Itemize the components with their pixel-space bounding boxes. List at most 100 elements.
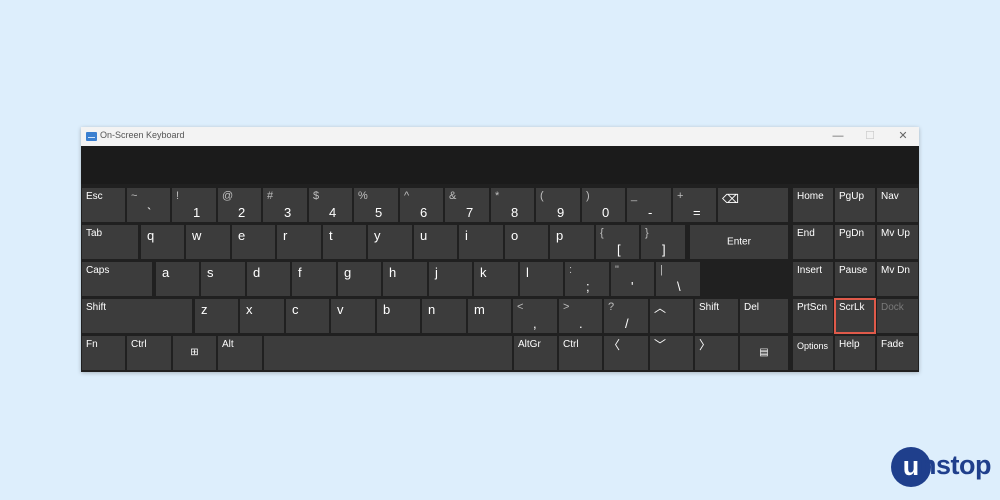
key-right-bracket[interactable]: } ] <box>641 225 685 259</box>
backspace-icon: ⌫ <box>722 192 739 206</box>
key-e[interactable]: e <box>232 225 275 259</box>
key-semicolon[interactable]: : ; <box>565 262 609 296</box>
key-label: Fn <box>86 339 98 350</box>
key-8[interactable]: * 8 <box>491 188 534 222</box>
key-u[interactable]: u <box>414 225 457 259</box>
key-l[interactable]: l <box>520 262 563 296</box>
key-shift-label: + <box>677 190 684 202</box>
key-j[interactable]: j <box>429 262 472 296</box>
key-options[interactable]: Options <box>793 336 833 370</box>
key-left-arrow[interactable]: 〈 <box>604 336 648 370</box>
key-move-down[interactable]: Mv Dn <box>877 262 918 296</box>
key-2[interactable]: @ 2 <box>218 188 261 222</box>
key-3[interactable]: # 3 <box>263 188 307 222</box>
key-f[interactable]: f <box>292 262 336 296</box>
key-left-shift[interactable]: Shift <box>82 299 192 333</box>
key-q[interactable]: q <box>141 225 184 259</box>
key-g[interactable]: g <box>338 262 381 296</box>
key-move-up[interactable]: Mv Up <box>877 225 918 259</box>
key-space[interactable] <box>264 336 512 370</box>
key-slash[interactable]: ? / <box>604 299 648 333</box>
key-comma[interactable]: < , <box>513 299 557 333</box>
key-7[interactable]: & 7 <box>445 188 489 222</box>
key-right-shift[interactable]: Shift <box>695 299 738 333</box>
key-a[interactable]: a <box>156 262 199 296</box>
key-i[interactable]: i <box>459 225 503 259</box>
key-z[interactable]: z <box>195 299 238 333</box>
key-label: Options <box>797 341 829 351</box>
key-label: Help <box>839 339 860 350</box>
key-c[interactable]: c <box>286 299 329 333</box>
logo-text: nstop <box>920 450 992 480</box>
key-right-arrow[interactable]: 〉 <box>695 336 738 370</box>
text-preview-area <box>81 146 919 184</box>
key-y[interactable]: y <box>368 225 412 259</box>
title-bar[interactable]: On-Screen Keyboard — ☐ ✕ <box>81 127 919 146</box>
key-v[interactable]: v <box>331 299 375 333</box>
key-6[interactable]: ^ 6 <box>400 188 443 222</box>
key-b[interactable]: b <box>377 299 420 333</box>
key-context-menu[interactable]: ▤ <box>740 336 788 370</box>
key-backslash[interactable]: | \ <box>656 262 700 296</box>
key-quote[interactable]: " ' <box>611 262 654 296</box>
key-t[interactable]: t <box>323 225 366 259</box>
key-x[interactable]: x <box>240 299 284 333</box>
key-left-ctrl[interactable]: Ctrl <box>127 336 171 370</box>
key-label: r <box>283 228 288 243</box>
key-label: Ctrl <box>563 339 579 350</box>
key-delete[interactable]: Del <box>740 299 788 333</box>
key-end[interactable]: End <box>793 225 833 259</box>
key-main-label: - <box>648 205 653 220</box>
minimize-button[interactable]: — <box>822 127 854 146</box>
key-help[interactable]: Help <box>835 336 875 370</box>
key-altgr[interactable]: AltGr <box>514 336 557 370</box>
key-5[interactable]: % 5 <box>354 188 398 222</box>
key-backtick[interactable]: ~ ` <box>127 188 170 222</box>
key-s[interactable]: s <box>201 262 245 296</box>
key-o[interactable]: o <box>505 225 548 259</box>
key-h[interactable]: h <box>383 262 427 296</box>
key-label: y <box>374 228 381 243</box>
key-down-arrow[interactable]: ﹀ <box>650 336 693 370</box>
key-main-label: 1 <box>193 205 201 220</box>
key-insert[interactable]: Insert <box>793 262 833 296</box>
key-esc[interactable]: Esc <box>82 188 125 222</box>
key-home[interactable]: Home <box>793 188 833 222</box>
key-period[interactable]: > . <box>559 299 602 333</box>
key-1[interactable]: ! 1 <box>172 188 216 222</box>
key-up-arrow[interactable]: ︿ <box>650 299 693 333</box>
key-label: Mv Up <box>881 228 910 239</box>
key-right-ctrl[interactable]: Ctrl <box>559 336 602 370</box>
key-page-down[interactable]: PgDn <box>835 225 875 259</box>
key-fade[interactable]: Fade <box>877 336 918 370</box>
key-windows[interactable]: ⊞ <box>173 336 216 370</box>
key-minus[interactable]: _ - <box>627 188 671 222</box>
key-9[interactable]: ( 9 <box>536 188 580 222</box>
key-fn[interactable]: Fn <box>82 336 125 370</box>
key-caps[interactable]: Caps <box>82 262 152 296</box>
maximize-button[interactable]: ☐ <box>854 127 886 146</box>
key-pause[interactable]: Pause <box>835 262 875 296</box>
key-scroll-lock[interactable]: ScrLk <box>834 298 876 334</box>
key-left-bracket[interactable]: { [ <box>596 225 639 259</box>
key-alt[interactable]: Alt <box>218 336 262 370</box>
key-k[interactable]: k <box>474 262 518 296</box>
key-p[interactable]: p <box>550 225 594 259</box>
key-tab[interactable]: Tab <box>82 225 138 259</box>
key-dock[interactable]: Dock <box>877 299 918 333</box>
key-m[interactable]: m <box>468 299 511 333</box>
key-0[interactable]: ) 0 <box>582 188 625 222</box>
close-button[interactable]: ✕ <box>887 127 919 146</box>
key-n[interactable]: n <box>422 299 466 333</box>
key-print-screen[interactable]: PrtScn <box>793 299 833 333</box>
key-d[interactable]: d <box>247 262 290 296</box>
key-r[interactable]: r <box>277 225 321 259</box>
key-page-up[interactable]: PgUp <box>835 188 875 222</box>
key-enter[interactable]: Enter <box>690 225 788 259</box>
key-label: Pause <box>839 265 868 276</box>
key-4[interactable]: $ 4 <box>309 188 352 222</box>
key-backspace[interactable]: ⌫ <box>718 188 788 222</box>
key-nav[interactable]: Nav <box>877 188 918 222</box>
key-w[interactable]: w <box>186 225 230 259</box>
key-equals[interactable]: + = <box>673 188 716 222</box>
